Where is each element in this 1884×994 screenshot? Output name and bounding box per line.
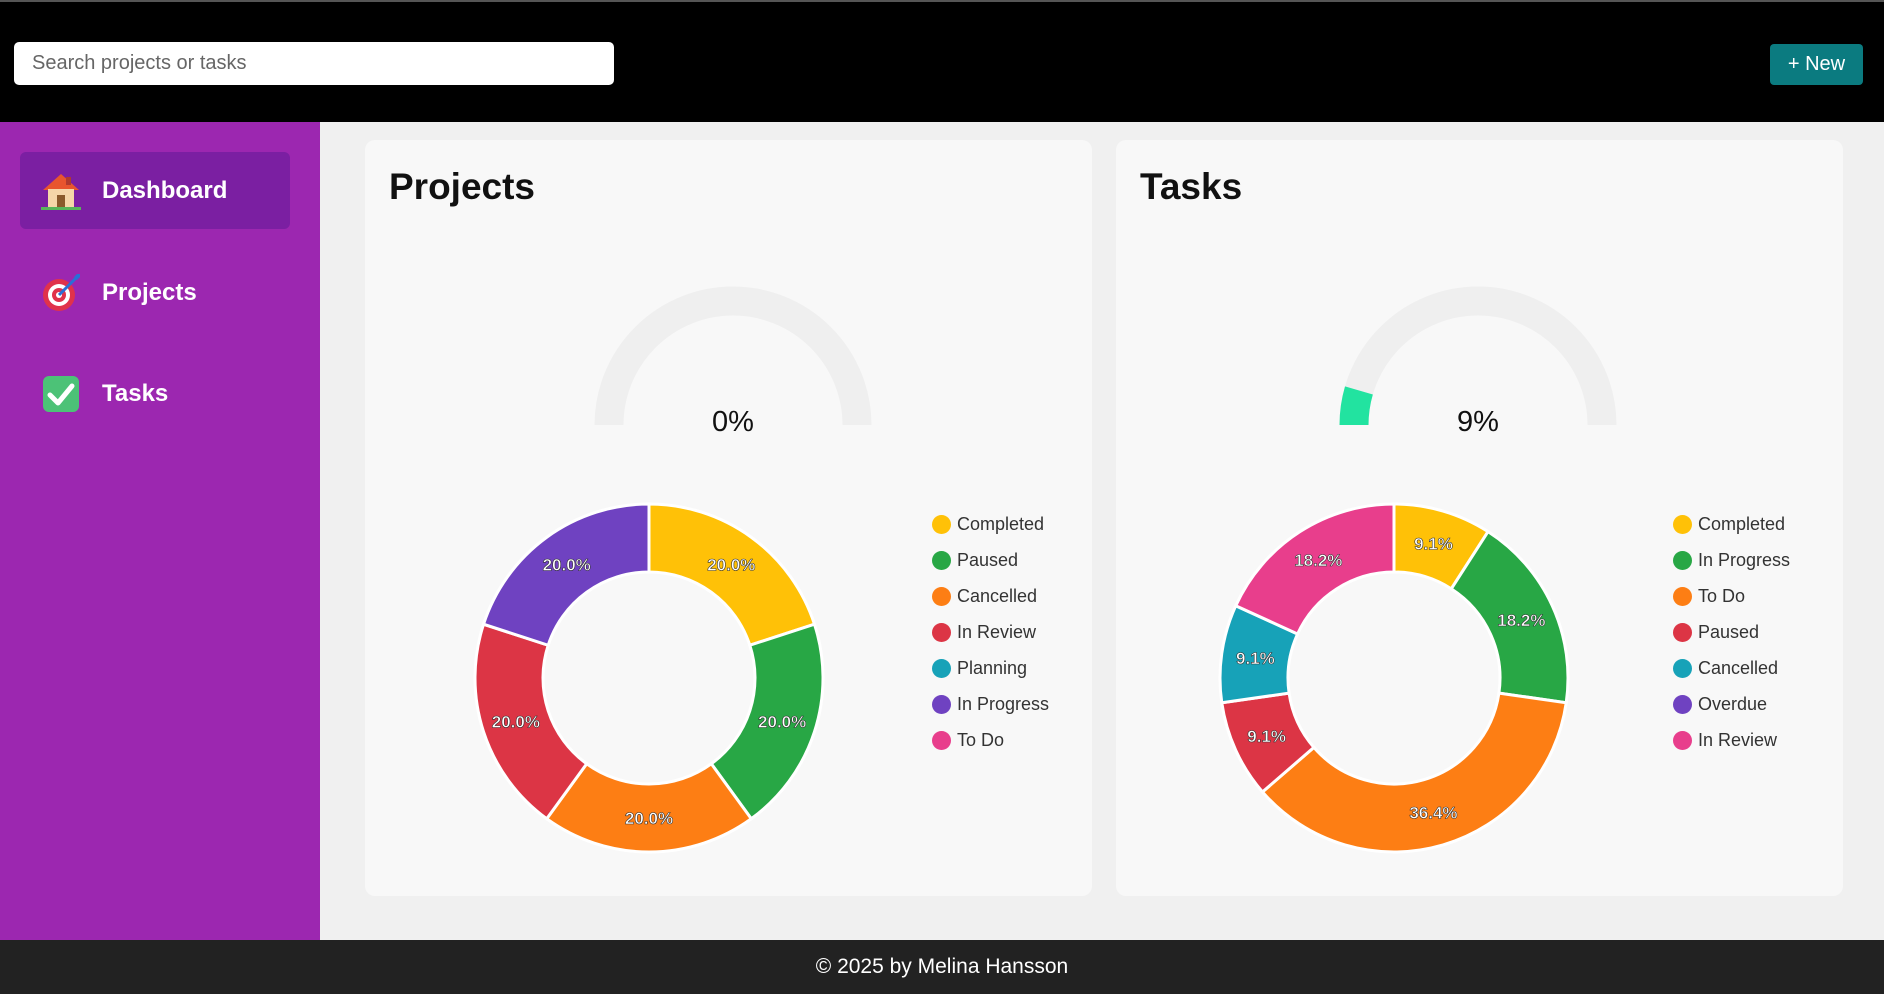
legend-swatch bbox=[1673, 622, 1692, 642]
tasks-card: Tasks 9% 9.1% 18.2% 36.4% 9.1% 9.1% 18.2% Com… bbox=[1116, 140, 1843, 896]
legend-item[interactable]: In Review bbox=[932, 614, 1049, 650]
legend-item[interactable]: Paused bbox=[1673, 614, 1790, 650]
legend-swatch bbox=[1673, 730, 1692, 750]
donut-value-label: 9.1% bbox=[1247, 727, 1286, 746]
legend-swatch bbox=[932, 730, 951, 750]
legend-swatch bbox=[1673, 550, 1692, 570]
sidebar-item-tasks[interactable]: Tasks bbox=[20, 355, 290, 432]
legend-swatch bbox=[1673, 514, 1692, 534]
legend-label: Completed bbox=[957, 513, 1045, 534]
legend-label: In Review bbox=[957, 621, 1037, 642]
legend-item[interactable]: Completed bbox=[932, 506, 1049, 542]
legend-swatch bbox=[1673, 694, 1692, 714]
legend-swatch bbox=[932, 550, 951, 570]
legend-item[interactable]: To Do bbox=[932, 722, 1049, 758]
donut-value-label: 20.0% bbox=[543, 556, 591, 575]
donut-value-label: 9.1% bbox=[1414, 535, 1453, 554]
copyright-text: © 2025 by Melina Hansson bbox=[815, 955, 1069, 978]
legend-swatch bbox=[1673, 658, 1692, 678]
donut-value-label: 9.1% bbox=[1236, 649, 1275, 668]
new-button[interactable]: + New bbox=[1770, 44, 1863, 85]
legend-item[interactable]: In Progress bbox=[932, 686, 1049, 722]
sidebar-item-projects[interactable]: Projects bbox=[20, 254, 290, 331]
projects-donut: 20.0% 20.0% 20.0% 20.0% 20.0% bbox=[473, 502, 825, 854]
legend-label: Paused bbox=[957, 549, 1019, 570]
legend-item[interactable]: Paused bbox=[932, 542, 1049, 578]
sidebar-item-label: Tasks bbox=[102, 379, 169, 407]
projects-legend: Completed Paused Cancelled In Review Plannin… bbox=[932, 506, 1049, 758]
legend-label: In Progress bbox=[1698, 549, 1791, 570]
legend-label: Cancelled bbox=[957, 585, 1038, 606]
legend-label: To Do bbox=[957, 729, 1005, 750]
legend-item[interactable]: Planning bbox=[932, 650, 1049, 686]
target-icon bbox=[40, 272, 82, 314]
sidebar-item-label: Projects bbox=[102, 278, 197, 306]
projects-card: Projects 0% 20.0% 20.0% 20.0% 20.0% 20.0% Co… bbox=[365, 140, 1092, 896]
legend-item[interactable]: In Progress bbox=[1673, 542, 1790, 578]
top-bar: + New bbox=[0, 0, 1884, 122]
gauge-fill bbox=[1339, 386, 1373, 426]
legend-label: Planning bbox=[957, 657, 1028, 678]
gauge-value-label: 9% bbox=[1457, 406, 1499, 438]
legend-label: To Do bbox=[1698, 585, 1746, 606]
legend-label: In Review bbox=[1698, 729, 1778, 750]
legend-label: Completed bbox=[1698, 513, 1786, 534]
legend-swatch bbox=[932, 658, 951, 678]
house-icon bbox=[40, 170, 82, 212]
legend-label: In Progress bbox=[957, 693, 1050, 714]
legend-item[interactable]: Cancelled bbox=[932, 578, 1049, 614]
tasks-legend: Completed In Progress To Do Paused Cancelled… bbox=[1673, 506, 1790, 758]
legend-label: Overdue bbox=[1698, 693, 1768, 714]
sidebar-item-dashboard[interactable]: Dashboard bbox=[20, 152, 290, 229]
footer: © 2025 by Melina Hansson bbox=[0, 940, 1884, 994]
legend-item[interactable]: Cancelled bbox=[1673, 650, 1790, 686]
donut-value-label: 20.0% bbox=[492, 712, 540, 731]
legend-item[interactable]: In Review bbox=[1673, 722, 1790, 758]
donut-value-label: 18.2% bbox=[1497, 611, 1545, 630]
legend-item[interactable]: To Do bbox=[1673, 578, 1790, 614]
legend-swatch bbox=[932, 694, 951, 714]
legend-item[interactable]: Completed bbox=[1673, 506, 1790, 542]
search-input[interactable] bbox=[14, 42, 614, 85]
checkmark-icon bbox=[40, 373, 82, 415]
legend-label: Cancelled bbox=[1698, 657, 1779, 678]
legend-swatch bbox=[932, 514, 951, 534]
donut-value-label: 20.0% bbox=[707, 556, 755, 575]
legend-label: Paused bbox=[1698, 621, 1760, 642]
donut-value-label: 18.2% bbox=[1294, 551, 1342, 570]
sidebar: Dashboard Projects Tasks bbox=[0, 122, 320, 940]
donut-slice-to-do[interactable] bbox=[1260, 691, 1568, 854]
donut-value-label: 20.0% bbox=[758, 712, 806, 731]
donut-value-label: 36.4% bbox=[1409, 803, 1457, 822]
legend-item[interactable]: Overdue bbox=[1673, 686, 1790, 722]
legend-swatch bbox=[932, 622, 951, 642]
donut-value-label: 20.0% bbox=[625, 809, 673, 828]
gauge-value-label: 0% bbox=[712, 406, 754, 438]
legend-swatch bbox=[932, 586, 951, 606]
tasks-donut: 9.1% 18.2% 36.4% 9.1% 9.1% 18.2% bbox=[1218, 502, 1570, 854]
legend-swatch bbox=[1673, 586, 1692, 606]
sidebar-item-label: Dashboard bbox=[102, 176, 228, 204]
